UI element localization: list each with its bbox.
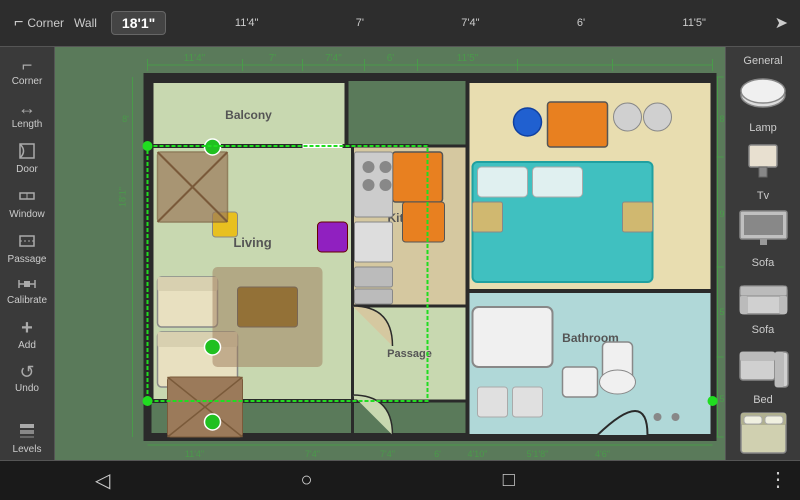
meas-2: 7' <box>356 17 364 29</box>
corner-icon: ⌐ <box>14 14 23 32</box>
svg-text:8': 8' <box>122 114 129 124</box>
main-area: ⌐ Corner ↔ Length Door Window Passage <box>0 47 800 460</box>
svg-text:8'3": 8'3" <box>720 114 726 124</box>
corner-tool-label: Corner <box>12 76 43 87</box>
svg-text:6': 6' <box>387 53 395 64</box>
passage-icon <box>18 232 36 252</box>
top-toolbar: ⌐ Corner Wall 18'1" 11'4" 7' 7'4" 6' 11'… <box>0 0 800 47</box>
general-label: General <box>743 55 782 67</box>
sidebar-item-levels[interactable]: Levels <box>2 417 52 460</box>
furniture-bed[interactable] <box>729 408 797 458</box>
length-label: Length <box>12 119 43 130</box>
svg-text:Balcony: Balcony <box>225 108 272 122</box>
svg-text:7'4": 7'4" <box>305 449 320 459</box>
back-icon: ◁ <box>95 470 110 492</box>
door-label: Door <box>16 164 38 175</box>
svg-text:5'1": 5'1" <box>720 394 726 404</box>
svg-text:7'4": 7'4" <box>380 449 395 459</box>
left-sidebar: ⌐ Corner ↔ Length Door Window Passage <box>0 47 55 460</box>
door-icon <box>18 142 36 162</box>
arrow-right-icon: ➤ <box>775 13 788 33</box>
svg-text:6': 6' <box>434 449 441 459</box>
dots-icon: ⋮ <box>768 467 788 492</box>
sidebar-item-window[interactable]: Window <box>2 182 52 225</box>
svg-text:5'6": 5'6" <box>720 307 726 317</box>
window-icon <box>18 187 36 207</box>
sidebar-item-door[interactable]: Door <box>2 137 52 180</box>
calibrate-icon <box>18 277 36 293</box>
corner-button[interactable]: ⌐ Corner <box>8 10 70 36</box>
meas-1: 11'4" <box>235 17 259 29</box>
lamp-label: Lamp <box>749 122 777 134</box>
svg-text:7': 7' <box>269 53 277 64</box>
add-icon: + <box>21 318 33 338</box>
svg-text:11'4": 11'4" <box>185 449 204 459</box>
furniture-sofa2[interactable] <box>729 338 797 388</box>
svg-text:4'10": 4'10" <box>468 449 488 459</box>
home-icon: ○ <box>301 469 313 491</box>
svg-text:Living: Living <box>233 235 271 250</box>
undo-label: Undo <box>15 383 39 394</box>
furniture-sofa1[interactable] <box>729 271 797 318</box>
tv-label: Tv <box>757 190 769 202</box>
furniture-general[interactable] <box>729 69 797 116</box>
sidebar-item-add[interactable]: + Add <box>2 313 52 356</box>
passage-label: Passage <box>8 254 47 265</box>
length-icon: ↔ <box>18 99 36 117</box>
recent-apps-button[interactable]: □ <box>483 463 535 498</box>
menu-dots-button[interactable]: ⋮ <box>685 475 725 487</box>
meas-5: 11'5" <box>682 17 706 29</box>
corner-tool-icon: ⌐ <box>22 56 33 74</box>
corner-label: Corner <box>27 16 64 30</box>
levels-icon <box>18 422 36 442</box>
undo-icon: ↺ <box>19 363 34 381</box>
wall-label: Wall <box>74 16 97 30</box>
levels-label: Levels <box>13 444 42 455</box>
furniture-lamp[interactable] <box>729 136 797 183</box>
wall-value[interactable]: 18'1" <box>111 11 166 35</box>
furniture-tv[interactable] <box>729 204 797 251</box>
right-sidebar: General Lamp Tv Sofa <box>725 47 800 460</box>
floor-plan-svg: 11'4" 7' 7'4" 6' 11'5" 8'3" 9'1" 5'6" 5'… <box>55 47 725 460</box>
measurement-bar: 11'4" 7' 7'4" 6' 11'5" <box>166 17 774 29</box>
calibrate-label: Calibrate <box>7 295 47 306</box>
home-button[interactable]: ○ <box>281 463 333 498</box>
sidebar-item-undo[interactable]: ↺ Undo <box>2 358 52 399</box>
floor-plan-canvas[interactable]: 11'4" 7' 7'4" 6' 11'5" 8'3" 9'1" 5'6" 5'… <box>55 47 725 460</box>
meas-4: 6' <box>577 17 585 29</box>
back-button[interactable]: ◁ <box>75 462 130 499</box>
sidebar-item-length[interactable]: ↔ Length <box>2 94 52 135</box>
bottom-nav-bar: ◁ ○ □ ⋮ <box>0 460 800 500</box>
sidebar-item-passage[interactable]: Passage <box>2 227 52 270</box>
svg-text:5'1'8": 5'1'8" <box>527 449 549 459</box>
bed-label: Bed <box>753 394 773 406</box>
svg-text:11'4": 11'4" <box>184 53 206 64</box>
svg-text:7'4": 7'4" <box>325 53 342 64</box>
window-label: Window <box>9 209 45 220</box>
svg-text:4'6": 4'6" <box>595 449 610 459</box>
add-label: Add <box>18 340 36 351</box>
meas-3: 7'4" <box>461 17 479 29</box>
svg-text:Passage: Passage <box>387 348 432 360</box>
recent-icon: □ <box>503 469 515 491</box>
sofa1-label: Sofa <box>752 257 775 269</box>
svg-text:9'1": 9'1" <box>720 209 726 219</box>
sidebar-item-calibrate[interactable]: Calibrate <box>2 272 52 311</box>
sidebar-item-corner[interactable]: ⌐ Corner <box>2 51 52 92</box>
sofa2-label: Sofa <box>752 324 775 336</box>
svg-text:18'1": 18'1" <box>118 187 128 207</box>
svg-text:11'5": 11'5" <box>457 53 479 64</box>
